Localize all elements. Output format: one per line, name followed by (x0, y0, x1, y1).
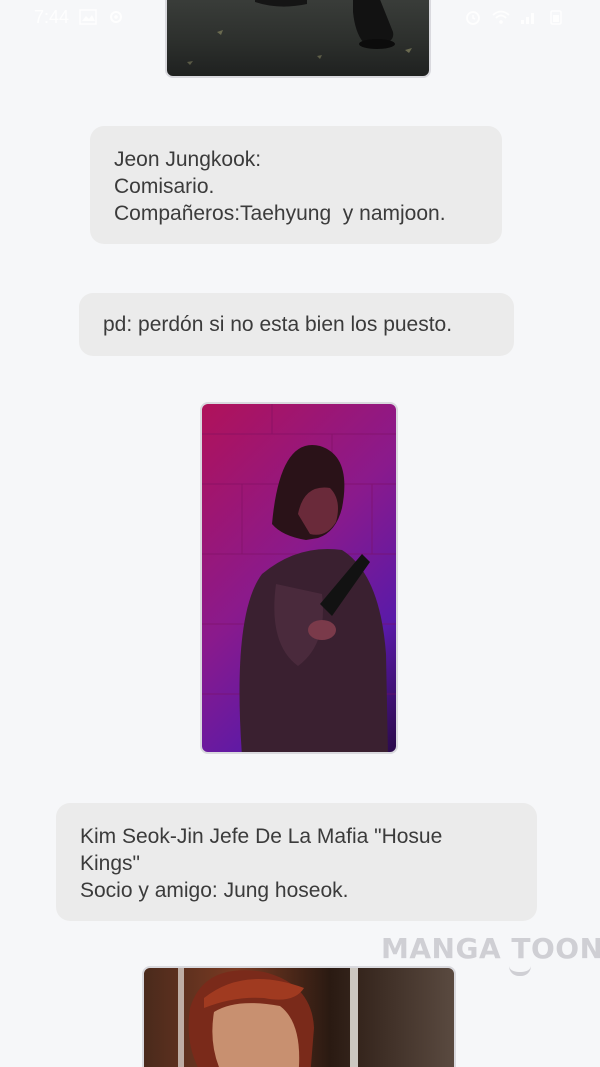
gallery-icon (79, 9, 97, 25)
status-time: 7:44 (34, 6, 70, 27)
bubble-line: pd: perdón si no esta bien los puesto. (103, 313, 453, 336)
battery-icon (550, 10, 562, 25)
portrait-illustration (178, 968, 358, 1067)
bubble-line: Compañeros:Taehyung y namjoon. (114, 202, 446, 225)
portrait-illustration (202, 404, 396, 752)
text-bubble-jin: Kim Seok-Jin Jefe De La Mafia "Hosue Kin… (56, 803, 537, 921)
alarm-icon (466, 11, 480, 25)
text-bubble-note: pd: perdón si no esta bien los puesto. (79, 293, 514, 356)
status-bar: 7:44 (0, 0, 600, 34)
status-right (464, 9, 566, 25)
chapter-image-jin[interactable] (200, 402, 398, 754)
settings-gear-icon (110, 11, 123, 23)
bubble-line: Kings" (80, 852, 140, 875)
status-left: 7:44 (34, 7, 125, 28)
chapter-image-bottom[interactable] (142, 966, 456, 1067)
bubble-line: Jeon Jungkook: (114, 148, 262, 171)
bubble-line: Comisario. (114, 175, 215, 198)
watermark-text: MANGA TOON (381, 932, 600, 965)
smile-logo-icon (509, 966, 531, 976)
signal-icon (521, 13, 534, 24)
wifi-icon (492, 10, 510, 24)
bubble-line: Socio y amigo: Jung hoseok. (80, 879, 349, 902)
bubble-line: Kim Seok-Jin Jefe De La Mafia "Hosue (80, 825, 443, 848)
text-bubble-jungkook: Jeon Jungkook: Comisario. Compañeros:Tae… (90, 126, 502, 244)
chapter-reader-screen[interactable]: 7:44 Jeon Jungkook: Comisario. Compañero… (0, 0, 600, 1067)
